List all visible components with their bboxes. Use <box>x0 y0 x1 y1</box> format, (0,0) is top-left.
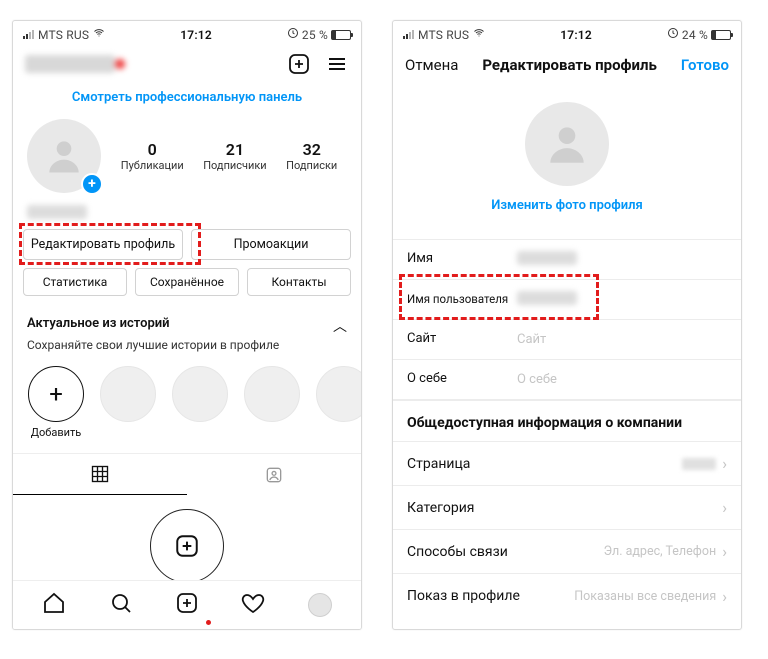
username-dropdown[interactable] <box>25 55 115 73</box>
create-post-icon[interactable] <box>287 52 311 76</box>
signal-icon <box>23 30 34 39</box>
battery-percent: 24 % <box>682 28 708 42</box>
business-info-list: Страница › Категория › Способы связи Эл.… <box>393 441 741 618</box>
tab-tagged[interactable] <box>187 454 361 495</box>
bottom-nav <box>13 580 361 629</box>
business-info-title: Общедоступная информация о компании <box>393 401 741 441</box>
website-placeholder: Сайт <box>517 332 727 347</box>
page-value <box>682 458 716 470</box>
battery-percent: 25 % <box>302 28 328 42</box>
battery-icon <box>711 30 731 40</box>
nav-activity-icon[interactable] <box>241 591 265 619</box>
row-display[interactable]: Показ в профиле Показаны все сведения› <box>393 574 741 618</box>
field-username[interactable]: Имя пользователя <box>393 280 741 320</box>
chevron-right-icon: › <box>722 587 727 606</box>
highlight-placeholder <box>99 366 157 439</box>
status-bar: MTS RUS 17:12 25 % <box>13 21 361 46</box>
highlight-placeholder <box>315 366 361 439</box>
chevron-up-icon[interactable]: ︿ <box>333 316 347 336</box>
highlight-placeholder <box>243 366 301 439</box>
nav-profile-avatar[interactable] <box>308 593 332 617</box>
promotions-button[interactable]: Промоакции <box>191 229 351 260</box>
carrier-label: MTS RUS <box>38 28 89 42</box>
profile-header <box>13 46 361 80</box>
nav-search-icon[interactable] <box>109 591 133 619</box>
highlight-placeholder <box>171 366 229 439</box>
edit-profile-screen: MTS RUS 17:12 24 % Отмена Редактировать … <box>392 20 742 630</box>
stat-following[interactable]: 32 Подписки <box>286 140 337 172</box>
pro-dashboard-link[interactable]: Смотреть профессиональную панель <box>13 80 361 119</box>
carrier-label: MTS RUS <box>418 28 469 42</box>
clock: 17:12 <box>180 28 212 42</box>
profile-stats: 0 Публикации 21 Подписчики 32 Подписки <box>111 140 347 172</box>
field-bio[interactable]: О себе О себе <box>393 360 741 400</box>
highlight-add[interactable]: + Добавить <box>27 366 85 439</box>
wifi-icon <box>93 27 105 42</box>
nav-home-icon[interactable] <box>42 591 66 619</box>
rotation-lock-icon <box>667 27 679 42</box>
profile-avatar[interactable] <box>525 102 609 186</box>
row-category[interactable]: Категория › <box>393 486 741 530</box>
rotation-lock-icon <box>287 27 299 42</box>
highlights-title: Актуальное из историй <box>27 316 170 331</box>
username-value <box>517 291 577 305</box>
display-value: Показаны все сведения <box>574 589 716 604</box>
name-value <box>517 251 577 265</box>
insights-button[interactable]: Статистика <box>23 268 127 296</box>
stat-posts[interactable]: 0 Публикации <box>121 140 184 172</box>
status-bar: MTS RUS 17:12 24 % <box>393 21 741 46</box>
edit-header: Отмена Редактировать профиль Готово <box>393 46 741 84</box>
profile-form: Имя Имя пользователя Сайт Сайт О себе О … <box>393 239 741 401</box>
wifi-icon <box>473 27 485 42</box>
saved-button[interactable]: Сохранённое <box>135 268 239 296</box>
nav-create-icon[interactable] <box>175 591 199 619</box>
contact-value: Эл. адрес, Телефон <box>604 544 717 559</box>
row-contact[interactable]: Способы связи Эл. адрес, Телефон› <box>393 530 741 574</box>
done-button[interactable]: Готово <box>681 56 729 74</box>
highlights-tray[interactable]: + Добавить <box>13 360 361 443</box>
edit-profile-button[interactable]: Редактировать профиль <box>23 229 183 260</box>
row-page[interactable]: Страница › <box>393 442 741 486</box>
field-name[interactable]: Имя <box>393 240 741 280</box>
chevron-right-icon: › <box>722 498 727 517</box>
field-website[interactable]: Сайт Сайт <box>393 320 741 360</box>
hamburger-menu-icon[interactable] <box>325 52 349 76</box>
notification-dot-icon <box>206 620 211 625</box>
display-name <box>27 205 87 219</box>
contacts-button[interactable]: Контакты <box>247 268 351 296</box>
chevron-right-icon: › <box>722 542 727 561</box>
signal-icon <box>403 30 414 39</box>
screen-title: Редактировать профиль <box>482 56 657 74</box>
highlights-subtitle: Сохраняйте свои лучшие истории в профиле <box>13 338 361 360</box>
tab-grid[interactable] <box>13 454 187 495</box>
cancel-button[interactable]: Отмена <box>405 56 458 74</box>
profile-screen: MTS RUS 17:12 25 % Смотреть профессионал… <box>12 20 362 630</box>
add-story-badge[interactable]: + <box>81 173 103 195</box>
create-fab[interactable] <box>150 509 224 583</box>
bio-placeholder: О себе <box>517 372 727 387</box>
change-photo-link[interactable]: Изменить фото профиля <box>491 198 643 213</box>
profile-avatar[interactable]: + <box>27 119 101 193</box>
clock: 17:12 <box>560 28 592 42</box>
content-tabs <box>13 453 361 495</box>
battery-icon <box>331 30 351 40</box>
chevron-right-icon: › <box>722 454 727 473</box>
stat-followers[interactable]: 21 Подписчики <box>203 140 266 172</box>
